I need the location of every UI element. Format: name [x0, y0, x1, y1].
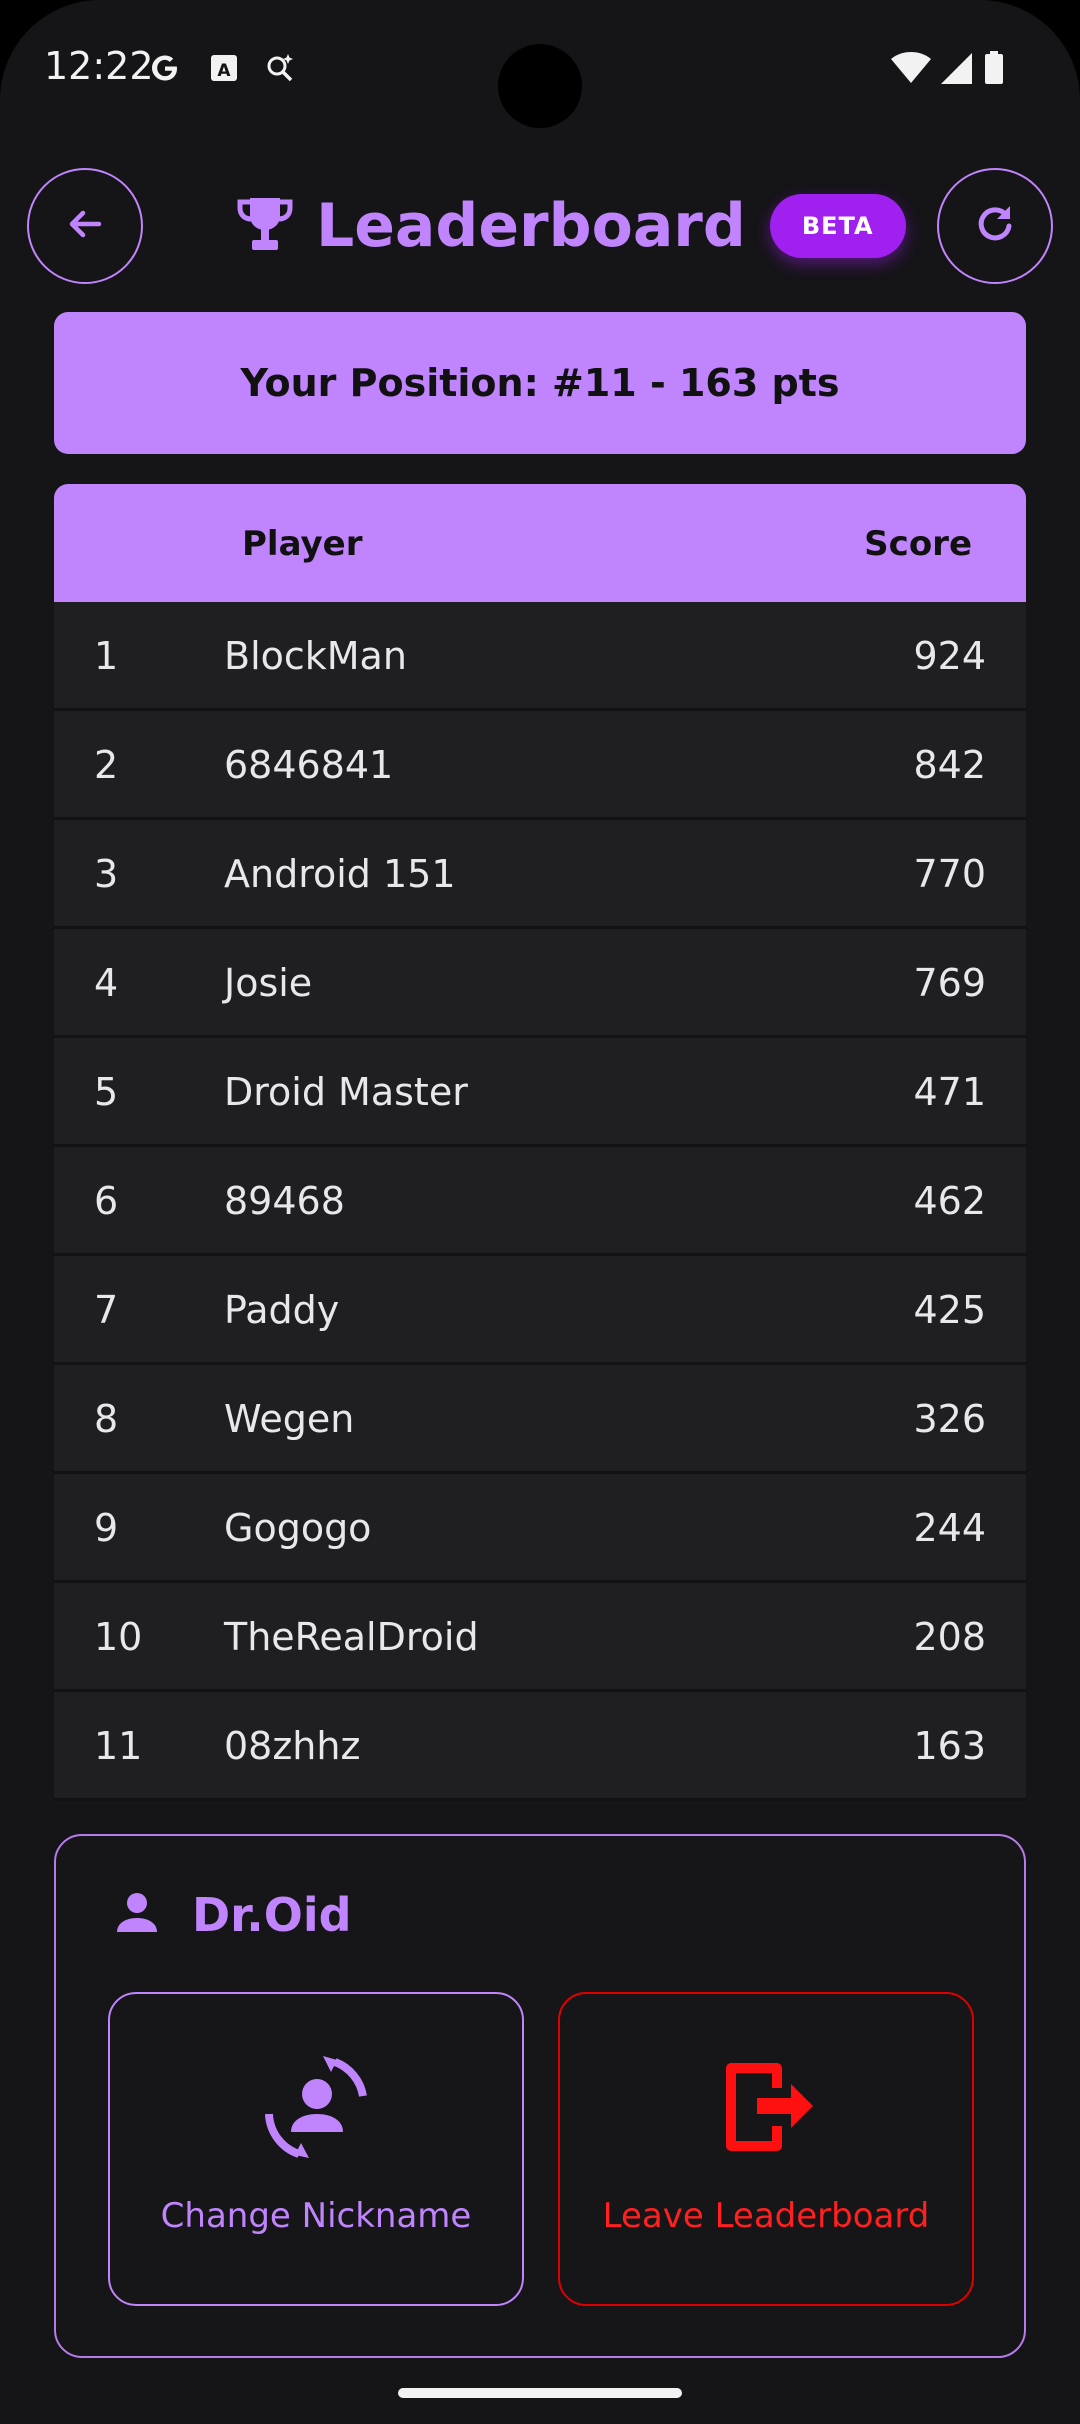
camera-cutout: [498, 44, 582, 128]
person-sync-icon: [261, 2052, 371, 2166]
score-cell: 244: [913, 1506, 986, 1550]
header-title-group: Leaderboard BETA: [236, 186, 906, 266]
assistant-sparkle-icon: [262, 50, 298, 86]
rank-cell: 7: [94, 1288, 119, 1332]
wifi-icon: [890, 50, 932, 86]
score-cell: 326: [913, 1397, 986, 1441]
google-icon: [146, 50, 182, 86]
refresh-button[interactable]: [937, 168, 1053, 284]
score-cell: 425: [913, 1288, 986, 1332]
translate-icon: A: [206, 50, 242, 86]
player-cell: BlockMan: [224, 634, 407, 678]
svg-text:A: A: [217, 61, 231, 81]
score-cell: 471: [913, 1070, 986, 1114]
player-cell: Wegen: [224, 1397, 355, 1441]
arrow-left-icon: [63, 202, 107, 250]
profile-card: Dr.Oid Change Nickname Leave Leaderboard: [54, 1834, 1026, 2358]
refresh-icon: [972, 201, 1018, 251]
exit-icon: [711, 2052, 821, 2166]
username: Dr.Oid: [192, 1888, 352, 1942]
app-screen: 12:22 A Leaderboard BETA Your Position: …: [0, 0, 1080, 2424]
user-row: Dr.Oid: [114, 1888, 352, 1942]
column-header-player: Player: [242, 524, 363, 564]
rank-cell: 10: [94, 1615, 143, 1659]
change-nickname-label: Change Nickname: [160, 2196, 472, 2236]
player-cell: 6846841: [224, 743, 394, 787]
player-cell: Android 151: [224, 852, 456, 896]
person-icon: [114, 1890, 160, 1940]
back-button[interactable]: [27, 168, 143, 284]
table-row: 8 Wegen 326: [54, 1365, 1026, 1474]
table-row: 9 Gogogo 244: [54, 1474, 1026, 1583]
rank-cell: 4: [94, 961, 119, 1005]
signal-icon: [938, 50, 974, 86]
player-cell: Gogogo: [224, 1506, 372, 1550]
player-cell: 89468: [224, 1179, 345, 1223]
gesture-navigation-bar[interactable]: [398, 2388, 682, 2398]
player-cell: Josie: [224, 961, 313, 1005]
table-row: 3 Android 151 770: [54, 820, 1026, 929]
score-cell: 924: [913, 634, 986, 678]
table-row: 11 08zhhz 163: [54, 1692, 1026, 1801]
column-header-score: Score: [864, 524, 972, 564]
rank-cell: 2: [94, 743, 119, 787]
player-cell: 08zhhz: [224, 1724, 361, 1768]
table-row: 10 TheRealDroid 208: [54, 1583, 1026, 1692]
rank-cell: 11: [94, 1724, 143, 1768]
table-row: 1 BlockMan 924: [54, 602, 1026, 711]
rank-cell: 3: [94, 852, 119, 896]
table-row: 2 6846841 842: [54, 711, 1026, 820]
trophy-icon: [236, 194, 294, 258]
rank-cell: 6: [94, 1179, 119, 1223]
leave-leaderboard-button[interactable]: Leave Leaderboard: [558, 1992, 974, 2306]
rank-cell: 1: [94, 634, 119, 678]
table-body: 1 BlockMan 924 2 6846841 842 3 Android 151 770…: [54, 602, 1026, 1801]
rank-cell: 9: [94, 1506, 119, 1550]
leaderboard-table: Player Score 1 BlockMan 924 2 6846841 842 3 A…: [54, 484, 1026, 1801]
table-row: 5 Droid Master 471: [54, 1038, 1026, 1147]
your-position-banner: Your Position: #11 - 163 pts: [54, 312, 1026, 454]
rank-cell: 5: [94, 1070, 119, 1114]
beta-badge: BETA: [769, 194, 906, 258]
leave-leaderboard-label: Leave Leaderboard: [602, 2196, 930, 2236]
player-cell: Droid Master: [224, 1070, 468, 1114]
table-row: 7 Paddy 425: [54, 1256, 1026, 1365]
player-cell: TheRealDroid: [224, 1615, 479, 1659]
page-title: Leaderboard: [316, 191, 746, 261]
rank-cell: 8: [94, 1397, 119, 1441]
table-header: Player Score: [54, 484, 1026, 602]
change-nickname-button[interactable]: Change Nickname: [108, 1992, 524, 2306]
score-cell: 462: [913, 1179, 986, 1223]
score-cell: 208: [913, 1615, 986, 1659]
score-cell: 842: [913, 743, 986, 787]
battery-icon: [982, 50, 1006, 86]
table-row: 6 89468 462: [54, 1147, 1026, 1256]
score-cell: 163: [913, 1724, 986, 1768]
score-cell: 769: [913, 961, 986, 1005]
status-bar: 12:22 A: [0, 0, 1080, 140]
player-cell: Paddy: [224, 1288, 340, 1332]
status-time: 12:22: [44, 44, 154, 88]
table-row: 4 Josie 769: [54, 929, 1026, 1038]
score-cell: 770: [913, 852, 986, 896]
